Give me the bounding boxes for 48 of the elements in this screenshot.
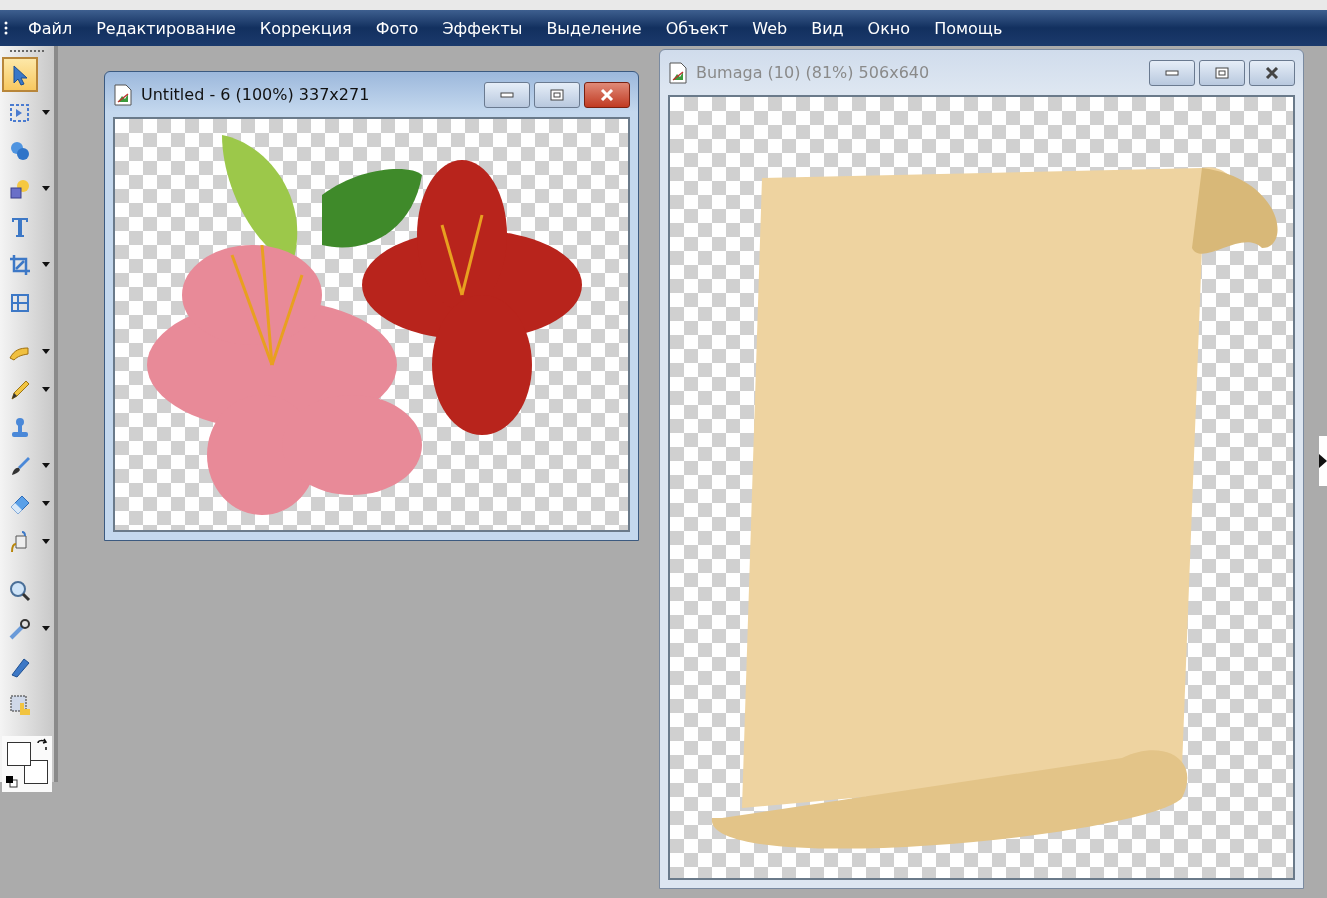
caret-icon[interactable] xyxy=(42,349,50,354)
menu-item[interactable]: Помощь xyxy=(922,18,1015,38)
window-title: Untitled - 6 (100%) 337x271 xyxy=(141,85,371,104)
menu-item[interactable]: Файл xyxy=(16,18,85,38)
document-icon xyxy=(113,83,133,106)
restore-button[interactable] xyxy=(534,81,580,108)
menu-item[interactable]: Окно xyxy=(855,18,923,38)
menu-item[interactable]: Эффекты xyxy=(430,18,535,38)
background-color-swatch[interactable] xyxy=(24,760,48,784)
foreground-color-swatch[interactable] xyxy=(7,742,31,766)
swap-colors-icon[interactable] xyxy=(35,738,49,752)
menu-item[interactable]: Объект xyxy=(653,18,741,38)
eyedropper-icon xyxy=(8,616,32,641)
restore-icon xyxy=(550,88,564,101)
minimize-icon xyxy=(1165,69,1179,76)
caret-icon[interactable] xyxy=(42,110,50,115)
menu-item[interactable]: Фото xyxy=(363,18,431,38)
grip-icon xyxy=(4,21,8,35)
caret-icon[interactable] xyxy=(42,387,50,392)
menu-item[interactable]: Выделение xyxy=(534,18,654,38)
close-button[interactable] xyxy=(584,81,630,108)
default-colors-icon[interactable] xyxy=(6,776,18,788)
caret-icon[interactable] xyxy=(42,626,50,631)
menu-item[interactable]: Коррекция xyxy=(247,18,364,38)
close-icon xyxy=(1265,66,1279,79)
expand-arrow-icon[interactable] xyxy=(1319,454,1327,468)
caret-icon[interactable] xyxy=(42,539,50,544)
crop-icon xyxy=(8,252,32,277)
document-icon xyxy=(668,61,688,84)
restore-icon xyxy=(1215,66,1229,79)
close-button[interactable] xyxy=(1249,59,1295,86)
tool-button[interactable] xyxy=(2,57,38,92)
menu-item[interactable]: Редактирование xyxy=(84,18,248,38)
restore-button[interactable] xyxy=(1199,59,1245,86)
menu-item[interactable]: Web xyxy=(740,18,800,38)
zoom-icon xyxy=(8,578,32,603)
window-title: Bumaga (10) (81%) 506x640 xyxy=(696,63,931,82)
menu-item[interactable]: Вид xyxy=(799,18,856,38)
caret-icon[interactable] xyxy=(42,186,50,191)
selection-hand-icon xyxy=(8,692,32,717)
caret-icon[interactable] xyxy=(42,262,50,267)
caret-icon[interactable] xyxy=(42,463,50,468)
minimize-button[interactable] xyxy=(484,81,530,108)
minimize-button[interactable] xyxy=(1149,59,1195,86)
color-swatch-panel[interactable] xyxy=(2,736,52,792)
close-icon xyxy=(600,88,614,101)
caret-icon[interactable] xyxy=(42,501,50,506)
minimize-icon xyxy=(500,91,514,98)
